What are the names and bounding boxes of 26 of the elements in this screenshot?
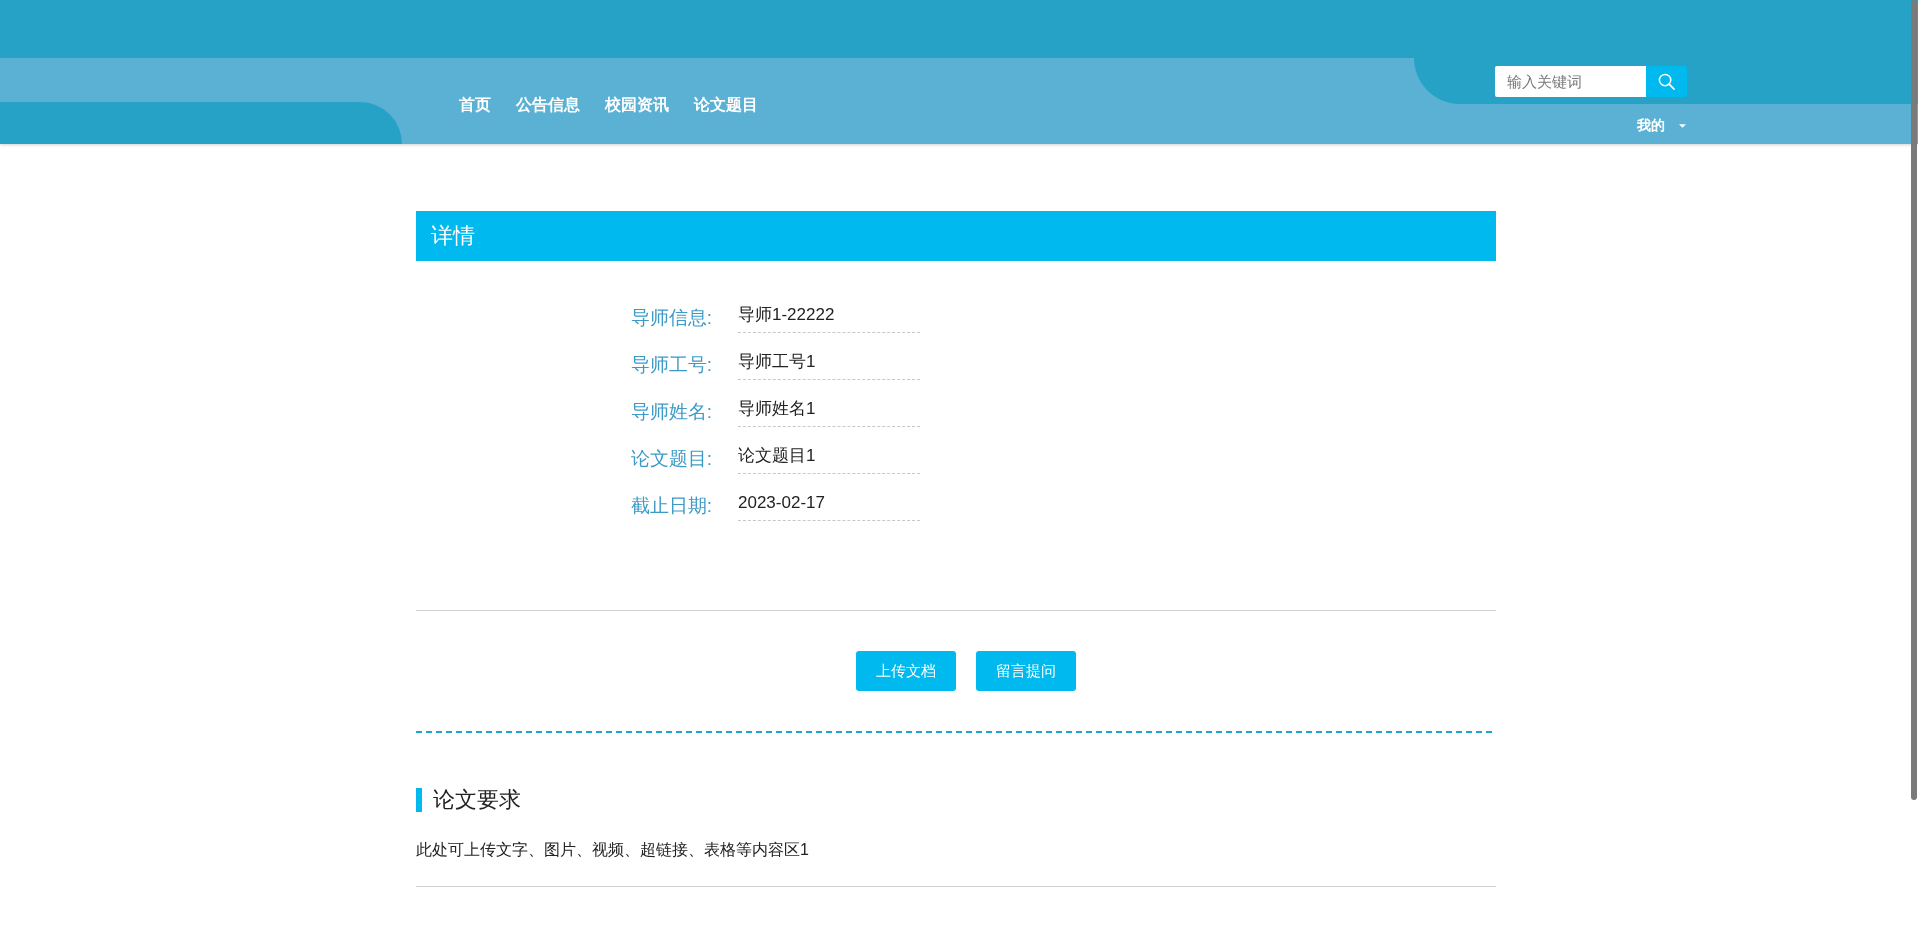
detail-title: 详情 [416, 211, 1496, 261]
section-heading: 论文要求 [433, 786, 521, 814]
field-value: 2023-02-17 [738, 491, 920, 521]
requirements-text: 此处可上传文字、图片、视频、超链接、表格等内容区1 [416, 840, 810, 860]
action-button[interactable]: 留言提问 [976, 651, 1076, 691]
user-menu[interactable]: 我的 [1637, 117, 1686, 135]
search-field[interactable]: 输入关键词 [1495, 66, 1646, 97]
action-button[interactable]: 上传文档 [856, 651, 956, 691]
field-value: 论文题目1 [738, 444, 920, 474]
field-value: 导师1-22222 [738, 303, 920, 333]
caret-icon [1679, 124, 1686, 128]
nav-link[interactable]: 公告信息 [516, 95, 580, 115]
nav-link[interactable]: 校园资讯 [605, 95, 669, 115]
nav-link[interactable]: 首页 [459, 95, 491, 115]
field-label: 导师信息: [629, 306, 712, 330]
search-button[interactable] [1646, 66, 1687, 97]
field-value: 导师工号1 [738, 350, 920, 380]
nav-link[interactable]: 论文题目 [694, 95, 758, 115]
field-label: 导师姓名: [629, 400, 712, 424]
field-label: 截止日期: [629, 494, 712, 518]
search-icon [1658, 73, 1675, 90]
field-label: 导师工号: [629, 353, 712, 377]
heading-accent-bar [416, 788, 422, 812]
scrollbar-thumb[interactable] [1911, 0, 1917, 800]
field-label: 论文题目: [629, 447, 712, 471]
field-value: 导师姓名1 [738, 397, 920, 427]
